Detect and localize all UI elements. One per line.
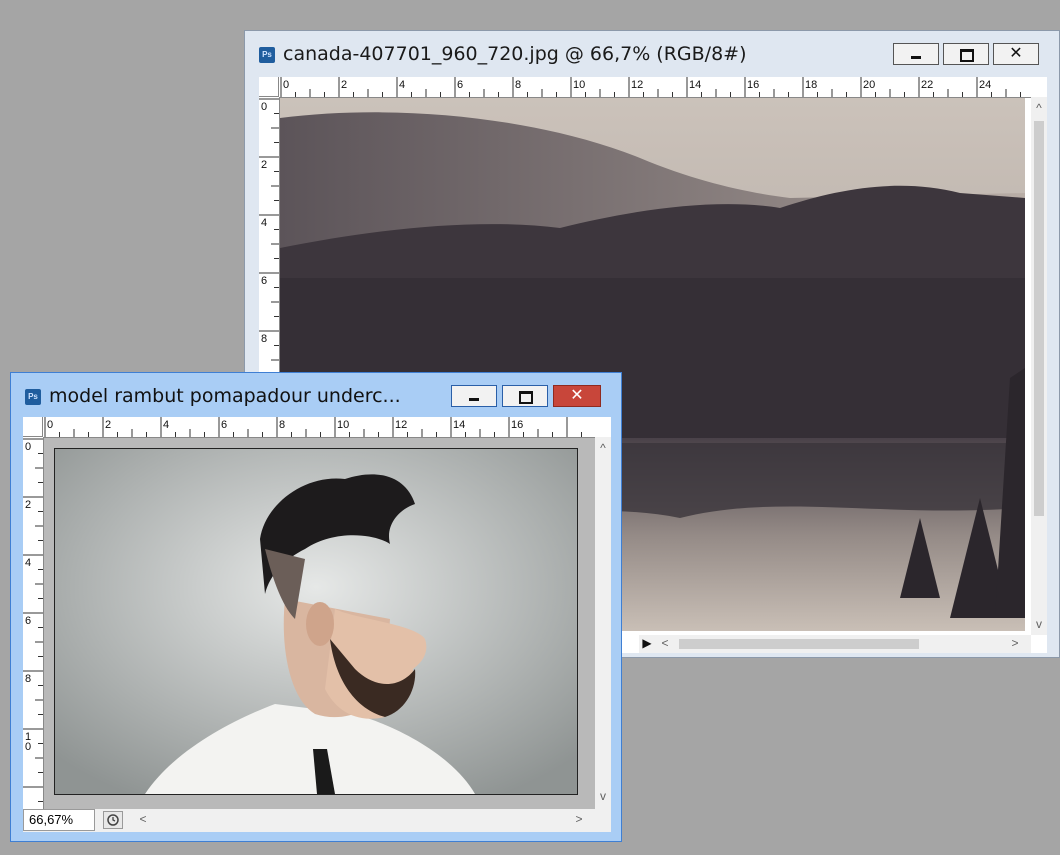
window-title: model rambut pomapadour underc... [49,385,401,407]
scroll-down-icon[interactable]: v [595,789,611,803]
minimize-icon [911,56,921,59]
ruler-label: 6 [221,419,227,431]
minimize-button[interactable] [451,385,497,407]
maximize-button[interactable] [502,385,548,407]
canvas-area[interactable] [44,438,595,809]
ruler-label: 0 [47,419,53,431]
status-info-icon [107,814,119,826]
title-bar[interactable]: Ps canada-407701_960_720.jpg @ 66,7% (RG… [245,31,1059,75]
ruler-label: 14 [689,79,701,91]
ruler-label: 2 [105,419,111,431]
portrait-image [55,449,577,794]
vertical-scrollbar[interactable]: ^ v [595,437,611,809]
close-icon: ✕ [1009,45,1023,62]
scroll-left-icon[interactable]: < [657,636,673,650]
ruler-label: 10 [573,79,585,91]
close-button[interactable]: ✕ [993,43,1039,65]
status-info-button[interactable] [103,811,123,829]
ruler-label: 18 [805,79,817,91]
ruler-label: 2 [341,79,347,91]
window-title: canada-407701_960_720.jpg @ 66,7% (RGB/8… [283,43,747,65]
ruler-label: 2 [261,159,267,171]
vertical-scroll-thumb[interactable] [1034,121,1044,516]
ruler-label: 10 [337,419,349,431]
ruler-label: 2 [25,499,31,511]
ruler-label: 4 [25,557,31,569]
horizontal-scroll-thumb[interactable] [679,639,919,649]
horizontal-ruler[interactable]: 0 2 4 6 8 10 12 14 16 [43,417,595,438]
close-icon: ✕ [570,387,584,404]
horizontal-ruler[interactable]: 0 2 4 6 8 10 12 14 16 18 20 22 24 [279,77,1031,98]
model-portrait-photo[interactable] [54,448,578,795]
photoshop-icon: Ps [259,47,275,63]
ruler-label: 12 [631,79,643,91]
ruler-origin[interactable] [23,417,43,437]
ruler-label: 8 [25,673,31,685]
minimize-button[interactable] [893,43,939,65]
ruler-label: 6 [25,615,31,627]
scroll-right-icon[interactable]: > [1007,636,1023,650]
vertical-scrollbar[interactable]: ^ v [1031,97,1047,635]
ruler-label: 6 [261,275,267,287]
close-button[interactable]: ✕ [553,385,601,407]
ruler-label: 22 [921,79,933,91]
ruler-label: 12 [395,419,407,431]
scroll-right-icon[interactable]: > [571,812,587,826]
ruler-label: 24 [979,79,991,91]
scroll-left-icon[interactable]: < [135,812,151,826]
maximize-icon [960,49,974,62]
ruler-label: 16 [747,79,759,91]
ruler-label: 6 [457,79,463,91]
scroll-up-icon[interactable]: ^ [1031,101,1047,115]
ruler-label: 14 [453,419,465,431]
ruler-label: 4 [399,79,405,91]
ruler-label: 0 [25,441,31,453]
scroll-down-icon[interactable]: v [1031,617,1047,631]
ruler-label: 8 [261,333,267,345]
ruler-label: 4 [163,419,169,431]
ruler-label: 20 [863,79,875,91]
maximize-button[interactable] [943,43,989,65]
ruler-label: 16 [511,419,523,431]
horizontal-scrollbar[interactable]: ▶ < > [639,635,1031,653]
ruler-label: 4 [261,217,267,229]
document-client-area: 0 2 4 6 8 10 12 14 16 0 2 4 6 8 10 ^ v 66,67%… [23,417,611,832]
status-bar: 66,67% < > [23,809,611,832]
ruler-label: 0 [25,741,31,753]
zoom-level-field[interactable]: 66,67% [23,809,95,831]
ruler-label: 0 [261,101,267,113]
ruler-label: 8 [515,79,521,91]
ruler-label: 8 [279,419,285,431]
model-document-window[interactable]: Ps model rambut pomapadour underc... ✕ 0… [10,372,622,842]
status-menu-play-icon[interactable]: ▶ [639,636,655,650]
scroll-up-icon[interactable]: ^ [595,441,611,455]
photoshop-icon: Ps [25,389,41,405]
maximize-icon [519,391,533,404]
ruler-label: 0 [283,79,289,91]
vertical-ruler[interactable]: 0246810 [23,437,44,809]
minimize-icon [469,398,479,401]
title-bar[interactable]: Ps model rambut pomapadour underc... ✕ [11,373,621,417]
ruler-origin[interactable] [259,77,279,97]
